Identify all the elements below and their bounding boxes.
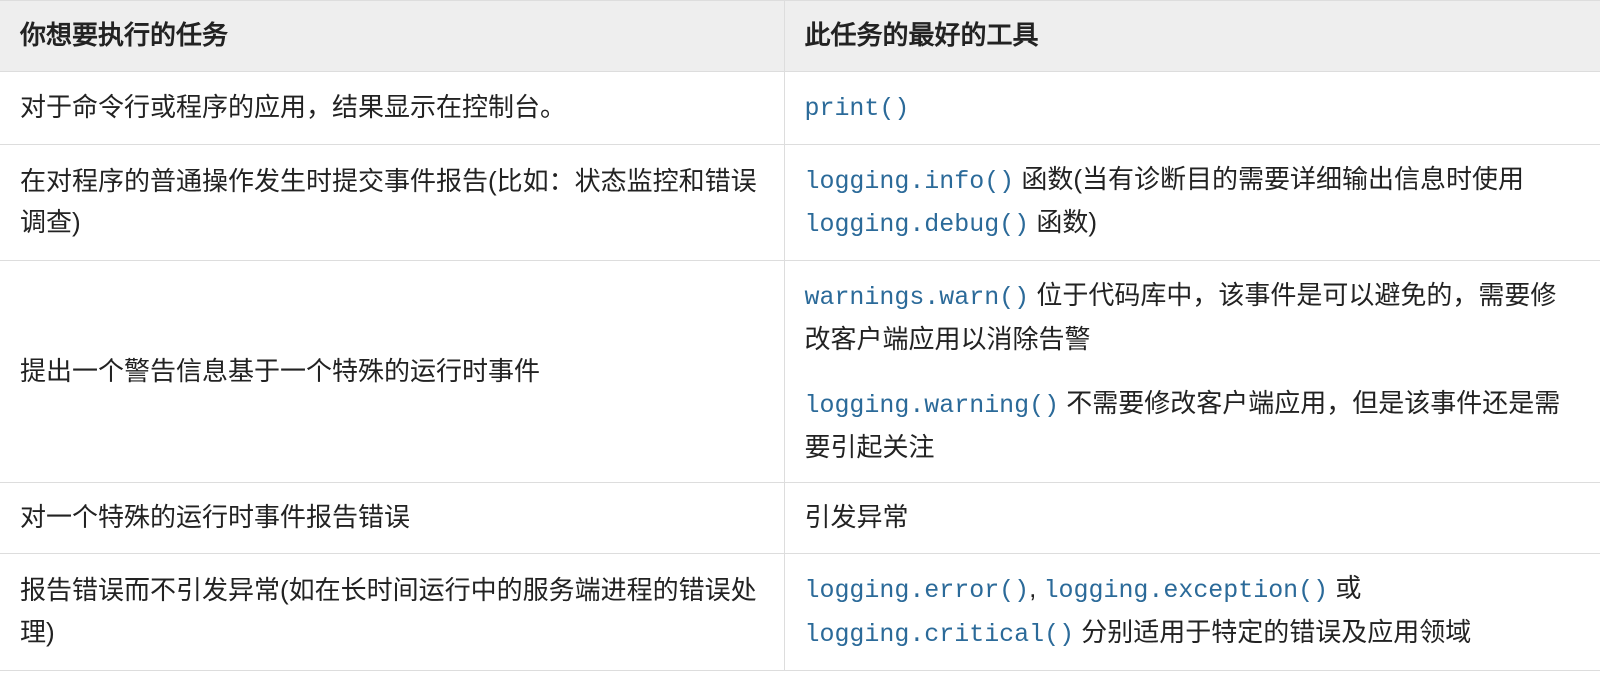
table-header-row: 你想要执行的任务 此任务的最好的工具 [0, 1, 1600, 72]
tool-cell: logging.info() 函数(当有诊断目的需要详细输出信息时使用 logg… [784, 144, 1600, 261]
code-logging-critical: logging.critical() [805, 621, 1075, 649]
code-logging-exception: logging.exception() [1044, 577, 1329, 605]
code-logging-debug: logging.debug() [805, 211, 1030, 239]
code-logging-error: logging.error() [805, 577, 1030, 605]
code-warnings-warn: warnings.warn() [805, 284, 1030, 312]
table-row: 提出一个警告信息基于一个特殊的运行时事件 warnings.warn() 位于代… [0, 261, 1600, 483]
task-cell: 报告错误而不引发异常(如在长时间运行中的服务端进程的错误处理) [0, 553, 784, 670]
tool-cell: logging.error(), logging.exception() 或 l… [784, 553, 1600, 670]
tool-cell: warnings.warn() 位于代码库中，该事件是可以避免的，需要修改客户端… [784, 261, 1600, 483]
tool-cell: print() [784, 71, 1600, 144]
logging-guide-table: 你想要执行的任务 此任务的最好的工具 对于命令行或程序的应用，结果显示在控制台。… [0, 0, 1600, 671]
tool-cell: 引发异常 [784, 483, 1600, 554]
text: 引发异常 [805, 502, 909, 532]
table-row: 对于命令行或程序的应用，结果显示在控制台。 print() [0, 71, 1600, 144]
text: 分别适用于特定的错误及应用领域 [1074, 617, 1471, 647]
header-tool: 此任务的最好的工具 [784, 1, 1600, 72]
table-row: 在对程序的普通操作发生时提交事件报告(比如：状态监控和错误调查) logging… [0, 144, 1600, 261]
code-logging-warning: logging.warning() [805, 392, 1060, 420]
text: 或 [1328, 573, 1361, 603]
task-cell: 对一个特殊的运行时事件报告错误 [0, 483, 784, 554]
text: 函数(当有诊断目的需要详细输出信息时使用 [1014, 164, 1524, 194]
task-cell: 在对程序的普通操作发生时提交事件报告(比如：状态监控和错误调查) [0, 144, 784, 261]
code-print: print() [805, 95, 910, 123]
text: , [1029, 573, 1043, 603]
table-row: 报告错误而不引发异常(如在长时间运行中的服务端进程的错误处理) logging.… [0, 553, 1600, 670]
task-cell: 提出一个警告信息基于一个特殊的运行时事件 [0, 261, 784, 483]
task-cell: 对于命令行或程序的应用，结果显示在控制台。 [0, 71, 784, 144]
table-row: 对一个特殊的运行时事件报告错误 引发异常 [0, 483, 1600, 554]
text: 函数) [1029, 207, 1097, 237]
header-task: 你想要执行的任务 [0, 1, 784, 72]
code-logging-info: logging.info() [805, 168, 1015, 196]
